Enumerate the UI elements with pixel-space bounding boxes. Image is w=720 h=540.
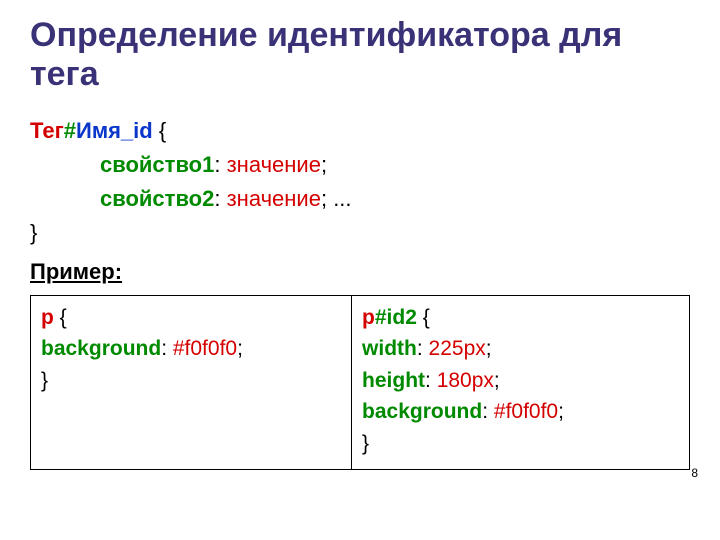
syntax-name: Имя_id (76, 118, 153, 143)
table-cell-right: p#id2 { width: 225px; height: 180px; bac… (352, 296, 689, 470)
syntax-colon2: : (214, 186, 226, 211)
right-brace: { (417, 306, 430, 329)
syntax-line-2: свойство1: значение; (100, 148, 690, 182)
right-prop-h: height (362, 369, 425, 392)
syntax-tag: Тег (30, 118, 64, 143)
syntax-val1: значение (227, 152, 321, 177)
right-val-w: 225px (429, 337, 486, 360)
syntax-line-3: свойство2: значение; ... (100, 182, 690, 216)
right-line-3: height: 180px; (362, 365, 679, 397)
example-table: p { background: #f0f0f0; } p#id2 { width… (30, 295, 690, 471)
syntax-val2: значение (227, 186, 321, 211)
right-line-2: width: 225px; (362, 333, 679, 365)
right-line-1: p#id2 { (362, 302, 679, 334)
right-line-5: } (362, 428, 679, 460)
syntax-prop2: свойство2 (100, 186, 214, 211)
syntax-line-1: Тег#Имя_id { (30, 114, 690, 148)
left-selector: p (41, 306, 54, 329)
right-colon-bg: : (482, 400, 494, 423)
left-prop: background (41, 337, 161, 360)
right-semi-w: ; (486, 337, 492, 360)
syntax-ell: ... (333, 186, 351, 211)
right-selector: p (362, 306, 375, 329)
syntax-line-4: } (30, 216, 690, 250)
left-line-2: background: #f0f0f0; (41, 333, 341, 365)
syntax-brace-open: { (159, 118, 166, 143)
left-val: #f0f0f0 (173, 337, 237, 360)
page-number: 8 (691, 466, 698, 480)
syntax-prop1: свойство1 (100, 152, 214, 177)
syntax-semi2: ; (321, 186, 333, 211)
example-label: Пример: (30, 255, 690, 289)
slide-title: Определение идентификатора для тега (30, 16, 690, 94)
left-line-1: p { (41, 302, 341, 334)
right-line-4: background: #f0f0f0; (362, 396, 679, 428)
left-semi: ; (237, 337, 243, 360)
syntax-colon1: : (214, 152, 226, 177)
right-val-bg: #f0f0f0 (494, 400, 558, 423)
left-colon: : (161, 337, 173, 360)
syntax-semi1: ; (321, 152, 327, 177)
left-brace: { (54, 306, 67, 329)
right-semi-bg: ; (558, 400, 564, 423)
right-colon-w: : (417, 337, 429, 360)
left-line-3: } (41, 365, 341, 397)
right-prop-bg: background (362, 400, 482, 423)
syntax-hash: # (64, 118, 76, 143)
right-colon-h: : (425, 369, 437, 392)
right-semi-h: ; (494, 369, 500, 392)
right-val-h: 180px (437, 369, 494, 392)
right-prop-w: width (362, 337, 417, 360)
right-id: #id2 (375, 306, 417, 329)
table-cell-left: p { background: #f0f0f0; } (31, 296, 352, 470)
syntax-block: Тег#Имя_id { свойство1: значение; свойст… (30, 114, 690, 288)
